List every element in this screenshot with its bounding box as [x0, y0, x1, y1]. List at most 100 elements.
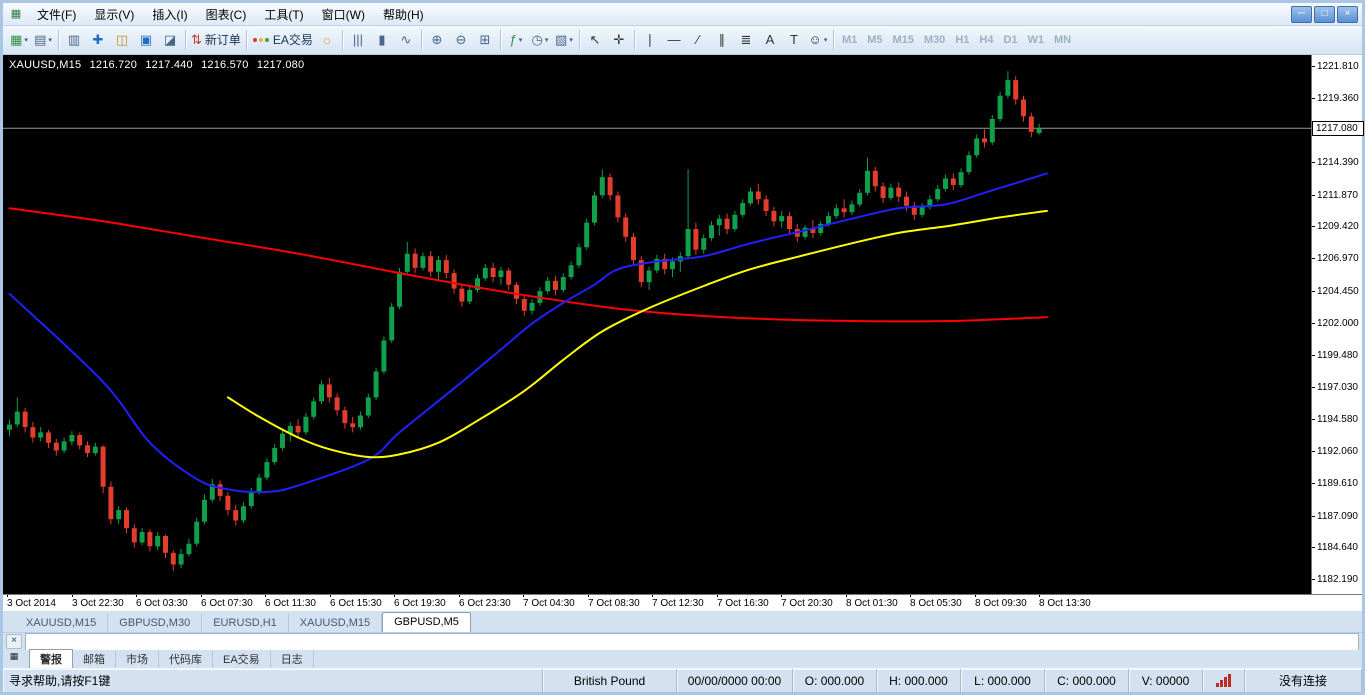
cursor-button[interactable]: ↖ [583, 29, 607, 51]
status-connection-text: 没有连接 [1245, 669, 1362, 692]
profiles-icon: ▤ [34, 33, 46, 46]
terminal-tab-market[interactable]: 市场 [116, 650, 159, 668]
terminal-main: 警报邮箱市场代码库EA交易日志 [25, 633, 1362, 668]
new-order-button[interactable]: ⇅新订单 [189, 29, 243, 51]
terminal-button[interactable]: ▣ [134, 29, 158, 51]
zoom-in-button[interactable]: ⊕ [425, 29, 449, 51]
periods-button[interactable]: ◷▾ [528, 29, 552, 51]
line-chart-button[interactable]: ∿ [394, 29, 418, 51]
terminal-close-button[interactable]: × [6, 634, 22, 649]
navigator-icon: ◫ [116, 33, 128, 46]
zoom-out-button[interactable]: ⊖ [449, 29, 473, 51]
timeframe-h4-button[interactable]: H4 [974, 34, 998, 46]
chart-low-value: 1216.570 [201, 59, 248, 71]
chart-close-value: 1217.080 [257, 59, 304, 71]
tile-windows-icon: ⊞ [479, 33, 490, 46]
menu-insert[interactable]: 插入(I) [143, 3, 196, 26]
toolbar-separator [833, 30, 834, 50]
time-axis-label: 7 Oct 04:30 [523, 598, 575, 609]
terminal-content[interactable] [25, 633, 1359, 650]
label-button[interactable]: T [782, 29, 806, 51]
timeframe-m1-button[interactable]: M1 [837, 34, 862, 46]
vertical-line-icon: ∣ [647, 33, 654, 46]
dropdown-caret-icon: ▾ [545, 36, 549, 44]
menu-window[interactable]: 窗口(W) [313, 3, 374, 26]
restore-button[interactable]: □ [1314, 6, 1335, 23]
strategy-tester-button[interactable]: ◪ [158, 29, 182, 51]
chart-tab-gbpusd-m30[interactable]: GBPUSD,M30 [108, 614, 202, 632]
toolbar-separator [634, 30, 635, 50]
indicators-button[interactable]: ƒ▾ [504, 29, 528, 51]
time-axis-label: 8 Oct 05:30 [910, 598, 962, 609]
ma-red [10, 208, 1047, 321]
menu-tools[interactable]: 工具(T) [255, 3, 312, 26]
chart-tab-eurusd-h1[interactable]: EURUSD,H1 [202, 614, 289, 632]
vertical-line-button[interactable]: ∣ [638, 29, 662, 51]
trendline-button[interactable]: ∕ [686, 29, 710, 51]
data-window-button[interactable]: ✚ [86, 29, 110, 51]
toolbar-separator [185, 30, 186, 50]
terminal-tab-journal[interactable]: 日志 [271, 650, 314, 668]
bar-chart-icon: ||| [353, 33, 363, 46]
timeframe-d1-button[interactable]: D1 [998, 34, 1022, 46]
chart-tab-xauusd-m15[interactable]: XAUUSD,M15 [15, 614, 108, 632]
status-datetime: 00/00/0000 00:00 [677, 669, 793, 692]
menu-file[interactable]: 文件(F) [28, 3, 85, 26]
terminal-icon: ▣ [140, 33, 152, 46]
terminal-tab-ea[interactable]: EA交易 [213, 650, 271, 668]
chart-tabs-bar: XAUUSD,M15GBPUSD,M30EURUSD,H1XAUUSD,M15G… [3, 611, 1362, 633]
status-volume: V: 00000 [1129, 669, 1203, 692]
navigator-button[interactable]: ◫ [110, 29, 134, 51]
crosshair-icon: ✛ [613, 33, 624, 46]
terminal-tab-alerts[interactable]: 警报 [29, 649, 73, 669]
timeframe-m30-button[interactable]: M30 [919, 34, 950, 46]
timeframe-mn-button[interactable]: MN [1049, 34, 1076, 46]
toolbar: ▦▾▤▾▥✚◫▣◪⇅新订单EA交易☼|||▮∿⊕⊖⊞ƒ▾◷▾▧▾↖✛∣—∕∥≣A… [3, 26, 1362, 55]
close-button[interactable]: × [1337, 6, 1358, 23]
templates-button[interactable]: ▧▾ [552, 29, 576, 51]
market-watch-button[interactable]: ▥ [62, 29, 86, 51]
profiles-button[interactable]: ▤▾ [31, 29, 55, 51]
arrows-button[interactable]: ☺▾ [806, 29, 830, 51]
terminal-tab-mailbox[interactable]: 邮箱 [73, 650, 116, 668]
price-axis-label: 1184.640 [1317, 542, 1358, 553]
candlestick-chart-icon: ▮ [378, 33, 385, 46]
minimize-button[interactable]: ─ [1291, 6, 1312, 23]
terminal-tab-code-base[interactable]: 代码库 [159, 650, 213, 668]
candlestick-chart[interactable] [3, 55, 1312, 599]
price-axis[interactable]: 1217.080 1221.8101219.3601214.3901211.87… [1311, 55, 1362, 599]
price-axis-label: 1192.060 [1317, 446, 1358, 457]
timeframe-h1-button[interactable]: H1 [950, 34, 974, 46]
autotrading-button[interactable]: ☼ [315, 29, 339, 51]
crosshair-button[interactable]: ✛ [607, 29, 631, 51]
text-button[interactable]: A [758, 29, 782, 51]
chart-tab-xauusd-m15-2[interactable]: XAUUSD,M15 [289, 614, 382, 632]
time-axis-label: 3 Oct 2014 [7, 598, 56, 609]
ea-trading-button[interactable]: EA交易 [250, 29, 315, 51]
fibonacci-icon: ≣ [740, 33, 751, 46]
dropdown-caret-icon: ▾ [48, 36, 52, 44]
timeframe-m15-button[interactable]: M15 [888, 34, 919, 46]
menu-charts[interactable]: 图表(C) [197, 3, 256, 26]
time-axis-label: 6 Oct 11:30 [265, 598, 316, 609]
status-bar: 寻求帮助,请按F1键British Pound00/00/0000 00:00O… [3, 668, 1362, 692]
ma-yellow [228, 211, 1047, 457]
time-axis[interactable]: 3 Oct 20143 Oct 22:306 Oct 03:306 Oct 07… [3, 594, 1362, 611]
price-axis-label: 1209.420 [1317, 221, 1359, 232]
price-axis-label: 1219.360 [1317, 93, 1359, 104]
status-help-text: 寻求帮助,请按F1键 [3, 669, 543, 692]
chart-tab-gbpusd-m5[interactable]: GBPUSD,M5 [382, 612, 471, 632]
timeframe-m5-button[interactable]: M5 [862, 34, 887, 46]
tile-windows-button[interactable]: ⊞ [473, 29, 497, 51]
time-axis-label: 6 Oct 23:30 [459, 598, 511, 609]
price-axis-label: 1194.580 [1317, 414, 1358, 425]
channel-button[interactable]: ∥ [710, 29, 734, 51]
horizontal-line-button[interactable]: — [662, 29, 686, 51]
menu-view[interactable]: 显示(V) [85, 3, 143, 26]
bar-chart-button[interactable]: ||| [346, 29, 370, 51]
new-chart-button[interactable]: ▦▾ [7, 29, 31, 51]
timeframe-w1-button[interactable]: W1 [1023, 34, 1050, 46]
candlestick-chart-button[interactable]: ▮ [370, 29, 394, 51]
menu-help[interactable]: 帮助(H) [374, 3, 433, 26]
fibonacci-button[interactable]: ≣ [734, 29, 758, 51]
